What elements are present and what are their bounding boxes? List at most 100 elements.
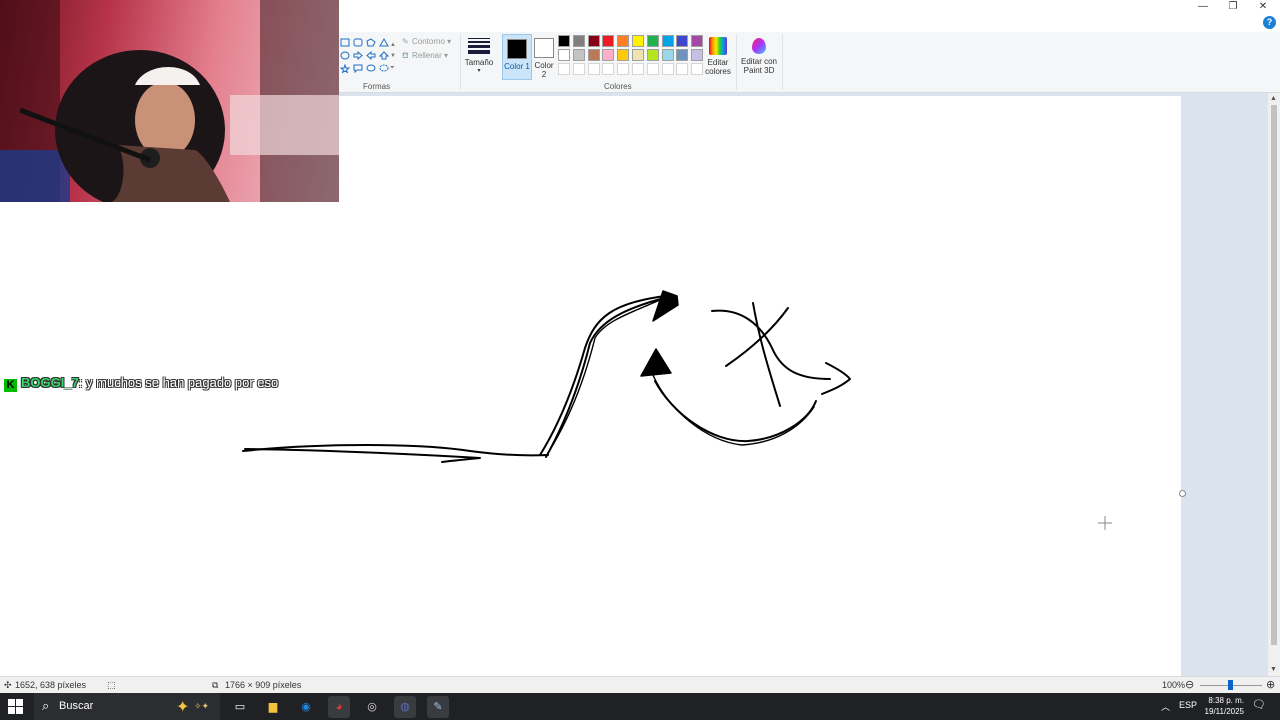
color2-label: Color 2 bbox=[534, 61, 554, 79]
palette-swatch[interactable] bbox=[676, 35, 689, 47]
zoom-in-button[interactable]: ⊕ bbox=[1266, 678, 1275, 691]
palette-swatch[interactable] bbox=[572, 35, 585, 47]
outline-dropdown[interactable]: ✎ Contorno ▾ bbox=[402, 37, 451, 46]
task-view-icon[interactable]: ▭ bbox=[229, 696, 251, 718]
discord-icon[interactable]: ◍ bbox=[394, 696, 416, 718]
chrome-icon[interactable]: ◕ bbox=[328, 696, 350, 718]
palette-empty-slot[interactable] bbox=[691, 63, 704, 75]
gallery-expand-icon[interactable]: ⏷ bbox=[390, 65, 395, 72]
arrowhead-lower bbox=[640, 348, 672, 377]
streamer-webcam-image bbox=[0, 0, 339, 202]
ink-stroke bbox=[654, 380, 817, 443]
palette-swatch[interactable] bbox=[691, 49, 704, 61]
polygon-shape-icon[interactable] bbox=[366, 38, 376, 47]
ink-stroke bbox=[725, 307, 789, 367]
palette-empty-slot[interactable] bbox=[661, 63, 674, 75]
scroll-down-icon[interactable]: ▼ bbox=[1270, 666, 1277, 673]
taskbar-search[interactable]: ⌕ Buscar ✦ ✧✦ bbox=[34, 693, 220, 720]
palette-empty-slot[interactable] bbox=[602, 63, 615, 75]
scroll-up-icon[interactable]: ▲ bbox=[1270, 95, 1277, 102]
language-indicator[interactable]: ESP bbox=[1179, 700, 1197, 710]
palette-swatch[interactable] bbox=[632, 35, 644, 47]
paint-icon[interactable]: ✎ bbox=[427, 696, 449, 718]
color1-button[interactable]: Color 1 bbox=[502, 34, 532, 80]
gallery-scroll-up-icon[interactable]: ▲ bbox=[390, 42, 396, 48]
status-bar: ✣ 1652, 638 píxeles ⬚ ⧉ 1766 × 909 píxel… bbox=[0, 676, 1280, 694]
palette-empty-slot[interactable] bbox=[676, 63, 689, 75]
edit-colors-button[interactable]: Editar colores bbox=[703, 34, 733, 76]
vertical-scrollbar[interactable]: ▲ ▼ bbox=[1268, 93, 1280, 676]
outline-label: Contorno bbox=[412, 37, 445, 46]
palette-swatch[interactable] bbox=[587, 35, 600, 47]
file-explorer-icon[interactable]: ▆ bbox=[262, 696, 284, 718]
palette-swatch[interactable] bbox=[646, 35, 659, 47]
palette-swatch[interactable] bbox=[632, 49, 644, 61]
palette-swatch[interactable] bbox=[602, 49, 615, 61]
notifications-icon[interactable]: 🗨 bbox=[1252, 698, 1266, 711]
palette-empty-slot[interactable] bbox=[617, 63, 630, 75]
palette-swatch[interactable] bbox=[646, 49, 659, 61]
ribbon-separator bbox=[460, 34, 461, 90]
outlook-icon[interactable]: ◉ bbox=[295, 696, 317, 718]
gallery-scroll-down-icon[interactable]: ▼ bbox=[390, 53, 396, 59]
triangle-shape-icon[interactable] bbox=[379, 37, 389, 47]
palette-swatch[interactable] bbox=[572, 49, 585, 61]
palette-swatch[interactable] bbox=[602, 35, 615, 47]
callout-cloud-shape-icon[interactable] bbox=[379, 64, 389, 73]
palette-empty-slot[interactable] bbox=[587, 63, 600, 75]
palette-swatch[interactable] bbox=[617, 35, 630, 47]
palette-empty-slot[interactable] bbox=[646, 63, 659, 75]
palette-swatch[interactable] bbox=[558, 35, 570, 47]
palette-empty-slot[interactable] bbox=[632, 63, 644, 75]
shapes-gallery[interactable]: ▲ ▼ ⏷ bbox=[339, 37, 396, 76]
palette-empty-slot[interactable] bbox=[558, 63, 570, 75]
callout-oval-shape-icon[interactable] bbox=[366, 64, 376, 73]
zoom-slider-thumb[interactable] bbox=[1228, 680, 1233, 690]
help-icon[interactable]: ? bbox=[1263, 16, 1276, 29]
palette-swatch[interactable] bbox=[661, 49, 674, 61]
ellipse-shape-icon[interactable] bbox=[340, 51, 350, 60]
close-button[interactable]: ✕ bbox=[1248, 0, 1278, 14]
obs-icon[interactable]: ◎ bbox=[361, 696, 383, 718]
size-label: Tamaño bbox=[464, 58, 494, 67]
ink-stroke bbox=[711, 309, 831, 380]
zoom-out-button[interactable]: ⊖ bbox=[1185, 678, 1194, 691]
pencil-outline-icon: ✎ bbox=[402, 37, 409, 46]
callout-rect-shape-icon[interactable] bbox=[353, 64, 363, 74]
canvas-size: 1766 × 909 píxeles bbox=[225, 680, 302, 690]
taskbar: ⌕ Buscar ✦ ✧✦ ▭ ▆ ◉ ◕ ◎ ◍ ✎ ︿ ESP 8:38 p… bbox=[0, 693, 1280, 720]
webcam-overlay bbox=[0, 0, 339, 202]
windows-start-icon[interactable] bbox=[8, 699, 24, 715]
cursor-position: 1652, 638 píxeles bbox=[15, 680, 87, 690]
left-arrow-shape-icon[interactable] bbox=[366, 50, 376, 61]
canvas-resize-handle[interactable] bbox=[1179, 490, 1186, 497]
right-arrow-shape-icon[interactable] bbox=[353, 50, 363, 61]
scroll-thumb[interactable] bbox=[1271, 105, 1277, 645]
chat-username: BOGGI_7 bbox=[21, 375, 79, 390]
tray-overflow-icon[interactable]: ︿ bbox=[1161, 700, 1170, 713]
copilot-sparkle-icon[interactable]: ✦ bbox=[176, 697, 189, 717]
palette-swatch[interactable] bbox=[661, 35, 674, 47]
star-shape-icon[interactable] bbox=[339, 63, 351, 74]
chevron-down-icon: ▾ bbox=[477, 68, 481, 74]
minimize-button[interactable]: — bbox=[1188, 0, 1218, 14]
size-button[interactable]: Tamaño ▾ bbox=[464, 34, 494, 76]
palette-swatch[interactable] bbox=[676, 49, 689, 61]
clock[interactable]: 8:38 p. m. 19/11/2025 bbox=[1198, 695, 1244, 717]
color2-button[interactable]: Color 2 bbox=[534, 34, 554, 79]
palette-swatch[interactable] bbox=[587, 49, 600, 61]
up-arrow-shape-icon[interactable] bbox=[378, 51, 390, 60]
palette-swatch[interactable] bbox=[617, 49, 630, 61]
palette-swatch[interactable] bbox=[558, 49, 570, 61]
chat-message: K BOGGI_7: y muchos se han pagado por eso bbox=[4, 372, 304, 394]
fill-dropdown[interactable]: ⛾ Rellenar ▾ bbox=[402, 51, 448, 61]
ribbon-separator bbox=[736, 34, 737, 90]
restore-button[interactable]: ❐ bbox=[1218, 0, 1248, 14]
rectangle-shape-icon[interactable] bbox=[340, 38, 350, 47]
color2-swatch bbox=[534, 38, 554, 58]
edit-paint3d-button[interactable]: Editar con Paint 3D bbox=[740, 34, 778, 75]
palette-swatch[interactable] bbox=[691, 35, 704, 47]
colors-group-label: Colores bbox=[604, 82, 632, 91]
palette-empty-slot[interactable] bbox=[572, 63, 585, 75]
rounded-rectangle-shape-icon[interactable] bbox=[353, 38, 363, 47]
